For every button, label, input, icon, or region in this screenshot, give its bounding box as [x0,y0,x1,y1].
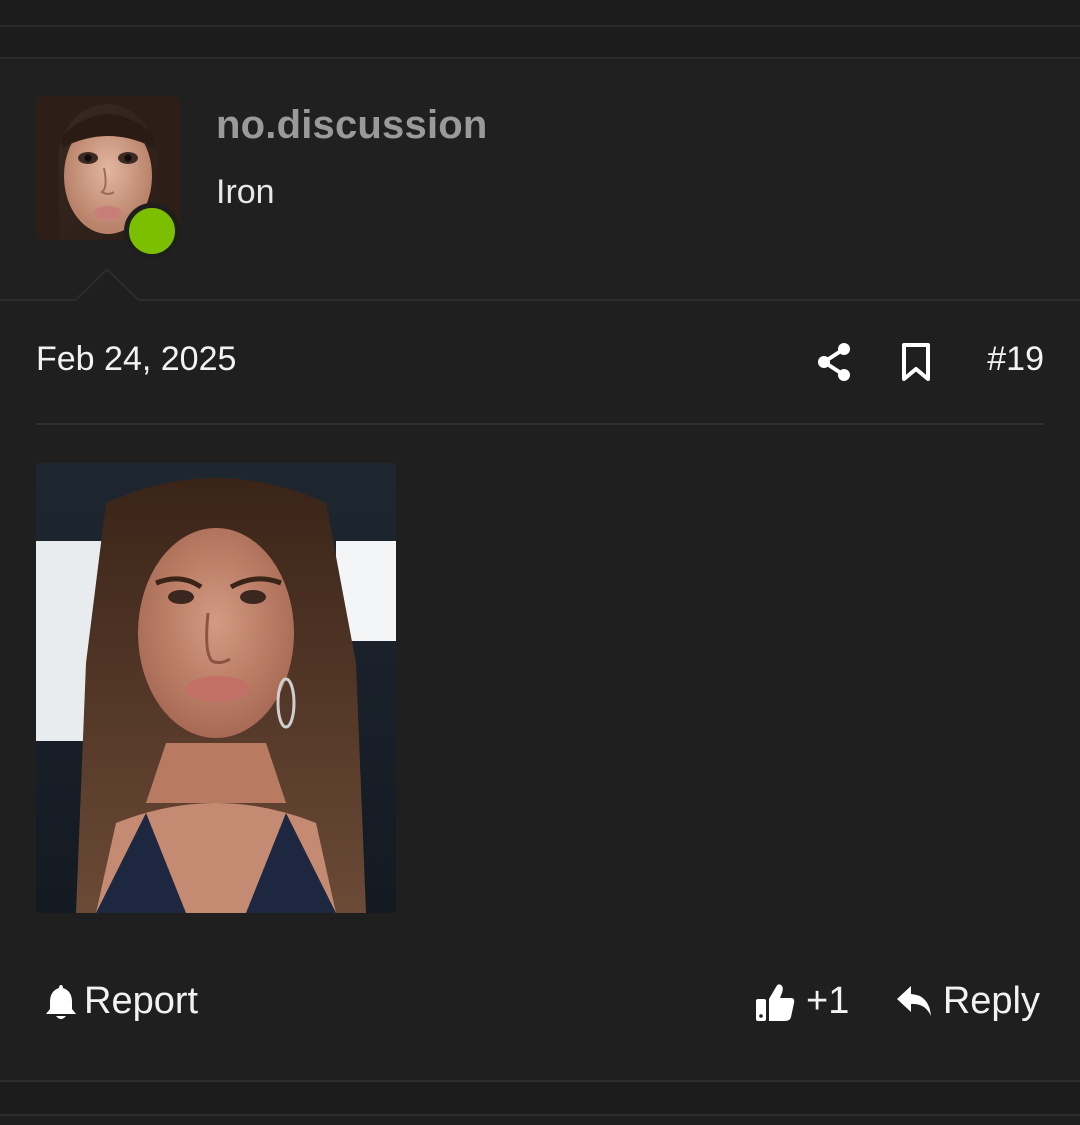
online-status-indicator [124,203,180,259]
thumbs-up-icon [756,983,795,1021]
post-separator [0,27,1080,59]
post-author-block: no.discussion Iron [0,59,1080,301]
author-title: Iron [216,173,275,211]
previous-post-edge [0,0,1080,27]
reply-button[interactable]: Reply [895,980,1040,1023]
post-separator [0,1082,1080,1116]
report-label: Report [84,980,199,1022]
author-username[interactable]: no.discussion [216,103,488,148]
bell-icon [46,984,76,1019]
post-date[interactable]: Feb 24, 2025 [36,340,236,379]
post-attached-image[interactable] [36,463,396,913]
report-button[interactable]: Report [44,980,198,1023]
post-meta-row: Feb 24, 2025 #19 [36,340,1044,386]
post-actions-bar: Report +1 Reply [36,980,1044,1030]
post-image [36,463,396,913]
like-button[interactable]: +1 [754,980,849,1023]
post-number-link[interactable]: #19 [987,340,1044,379]
divider [36,423,1044,425]
share-icon[interactable] [816,342,852,382]
reply-icon [896,985,931,1016]
like-label: +1 [806,980,850,1022]
reply-label: Reply [942,980,1040,1022]
forum-post-page: no.discussion Iron Feb 24, 2025 #19 Repo… [0,0,1080,1125]
bookmark-icon[interactable] [900,342,932,382]
message-pointer [76,271,138,301]
